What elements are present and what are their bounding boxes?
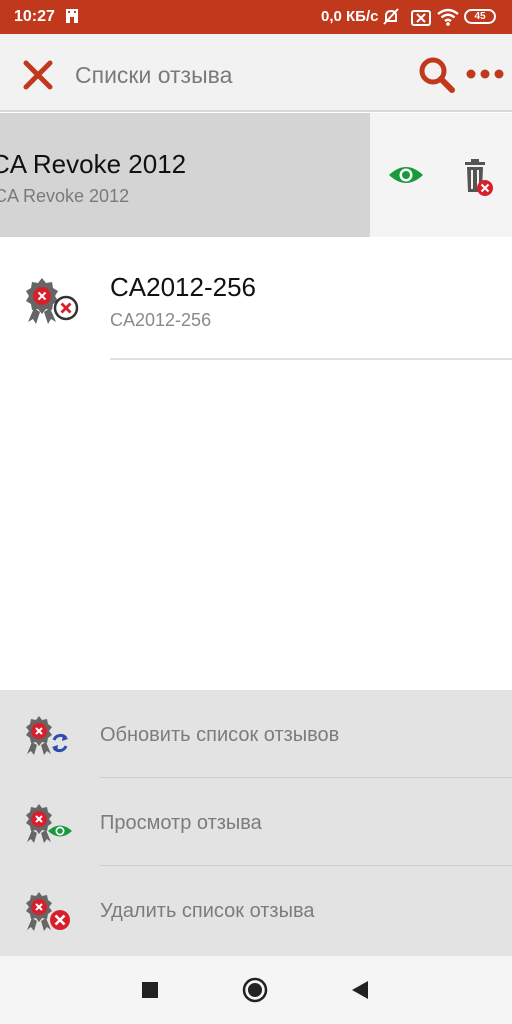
sheet-item-label: Удалить список отзыва [100, 900, 315, 922]
list-item-title: CA2012-256 [110, 272, 256, 302]
close-icon[interactable] [22, 59, 54, 91]
battery-icon: 45 [464, 9, 496, 24]
tower-icon [66, 9, 78, 23]
certificate-revoked-icon [26, 278, 79, 324]
mute-icon [383, 8, 399, 25]
network-speed: 0,0 КБ/с [321, 8, 379, 25]
action-sheet: Обновить список отзывов Просмотр отзыва … [0, 690, 512, 956]
view-revocation-button[interactable]: Просмотр отзыва [0, 778, 512, 866]
status-bar: 10:27 0,0 КБ/с 45 [0, 0, 512, 34]
page-title: Списки отзыва [75, 62, 233, 88]
swipe-actions [370, 113, 512, 237]
navigation-bar [0, 956, 512, 1024]
list-item-subtitle: CA2012-256 [110, 310, 212, 330]
delete-revocation-list-button[interactable]: Удалить список отзыва [0, 866, 512, 954]
search-icon[interactable] [418, 56, 456, 94]
wifi-icon [437, 8, 459, 26]
status-time: 10:27 [14, 8, 55, 25]
back-triangle-icon[interactable] [350, 980, 370, 1000]
certificate-refresh-icon [26, 716, 68, 755]
sim-icon [411, 10, 431, 26]
view-eye-icon[interactable] [388, 163, 424, 187]
list-item-subtitle: CA Revoke 2012 [0, 186, 130, 206]
sheet-item-label: Обновить список отзывов [100, 724, 340, 746]
delete-trash-icon[interactable] [462, 158, 494, 198]
refresh-revocation-list-button[interactable]: Обновить список отзывов [0, 690, 512, 778]
divider [110, 358, 512, 360]
battery-level: 45 [474, 11, 486, 22]
more-icon[interactable] [465, 64, 505, 84]
certificate-delete-icon [26, 892, 70, 931]
sheet-item-label: Просмотр отзыва [100, 812, 262, 834]
list-item-title: CA Revoke 2012 [0, 149, 187, 179]
home-circle-icon[interactable] [242, 977, 268, 1003]
app-bar: Списки отзыва [0, 34, 512, 112]
list-item[interactable]: CA Revoke 2012 CA Revoke 2012 [0, 113, 370, 237]
recents-square-icon[interactable] [141, 981, 159, 999]
certificate-view-icon [26, 804, 72, 843]
list-item[interactable]: CA2012-256 CA2012-256 [0, 238, 512, 360]
